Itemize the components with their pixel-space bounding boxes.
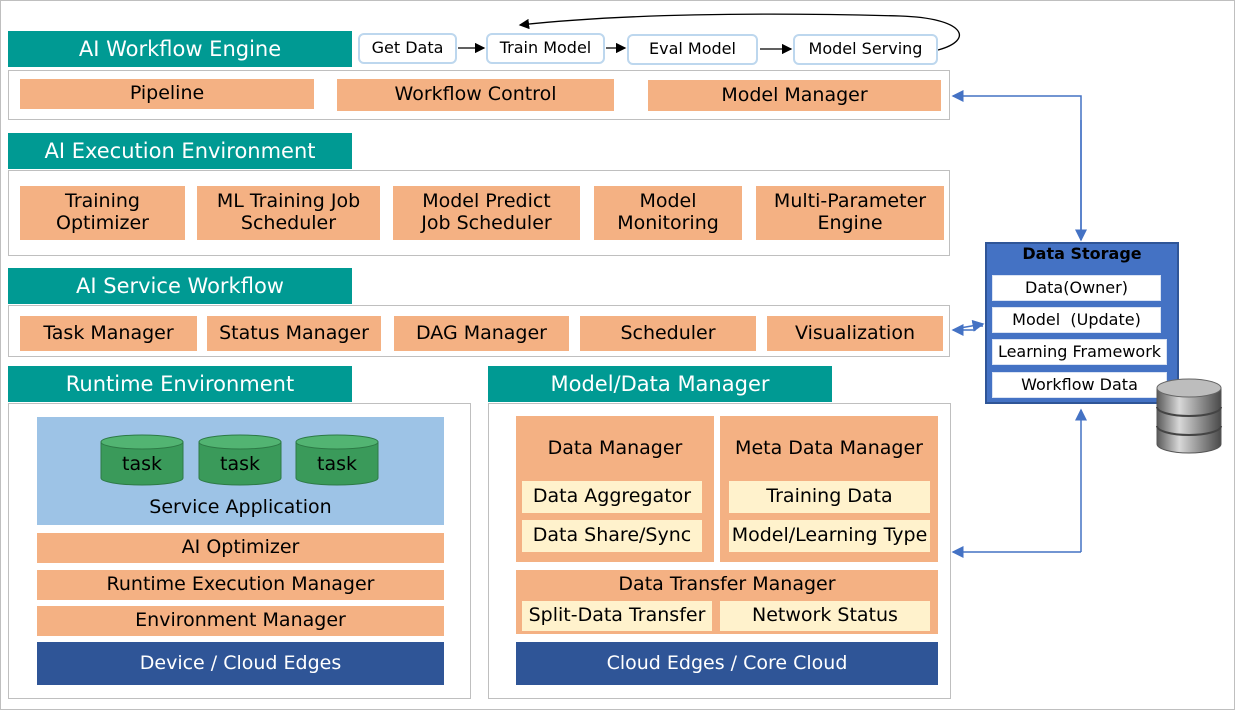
architecture-diagram: AI Workflow Engine Get Data Train Model …	[0, 0, 1235, 710]
database-icon	[1156, 378, 1222, 454]
